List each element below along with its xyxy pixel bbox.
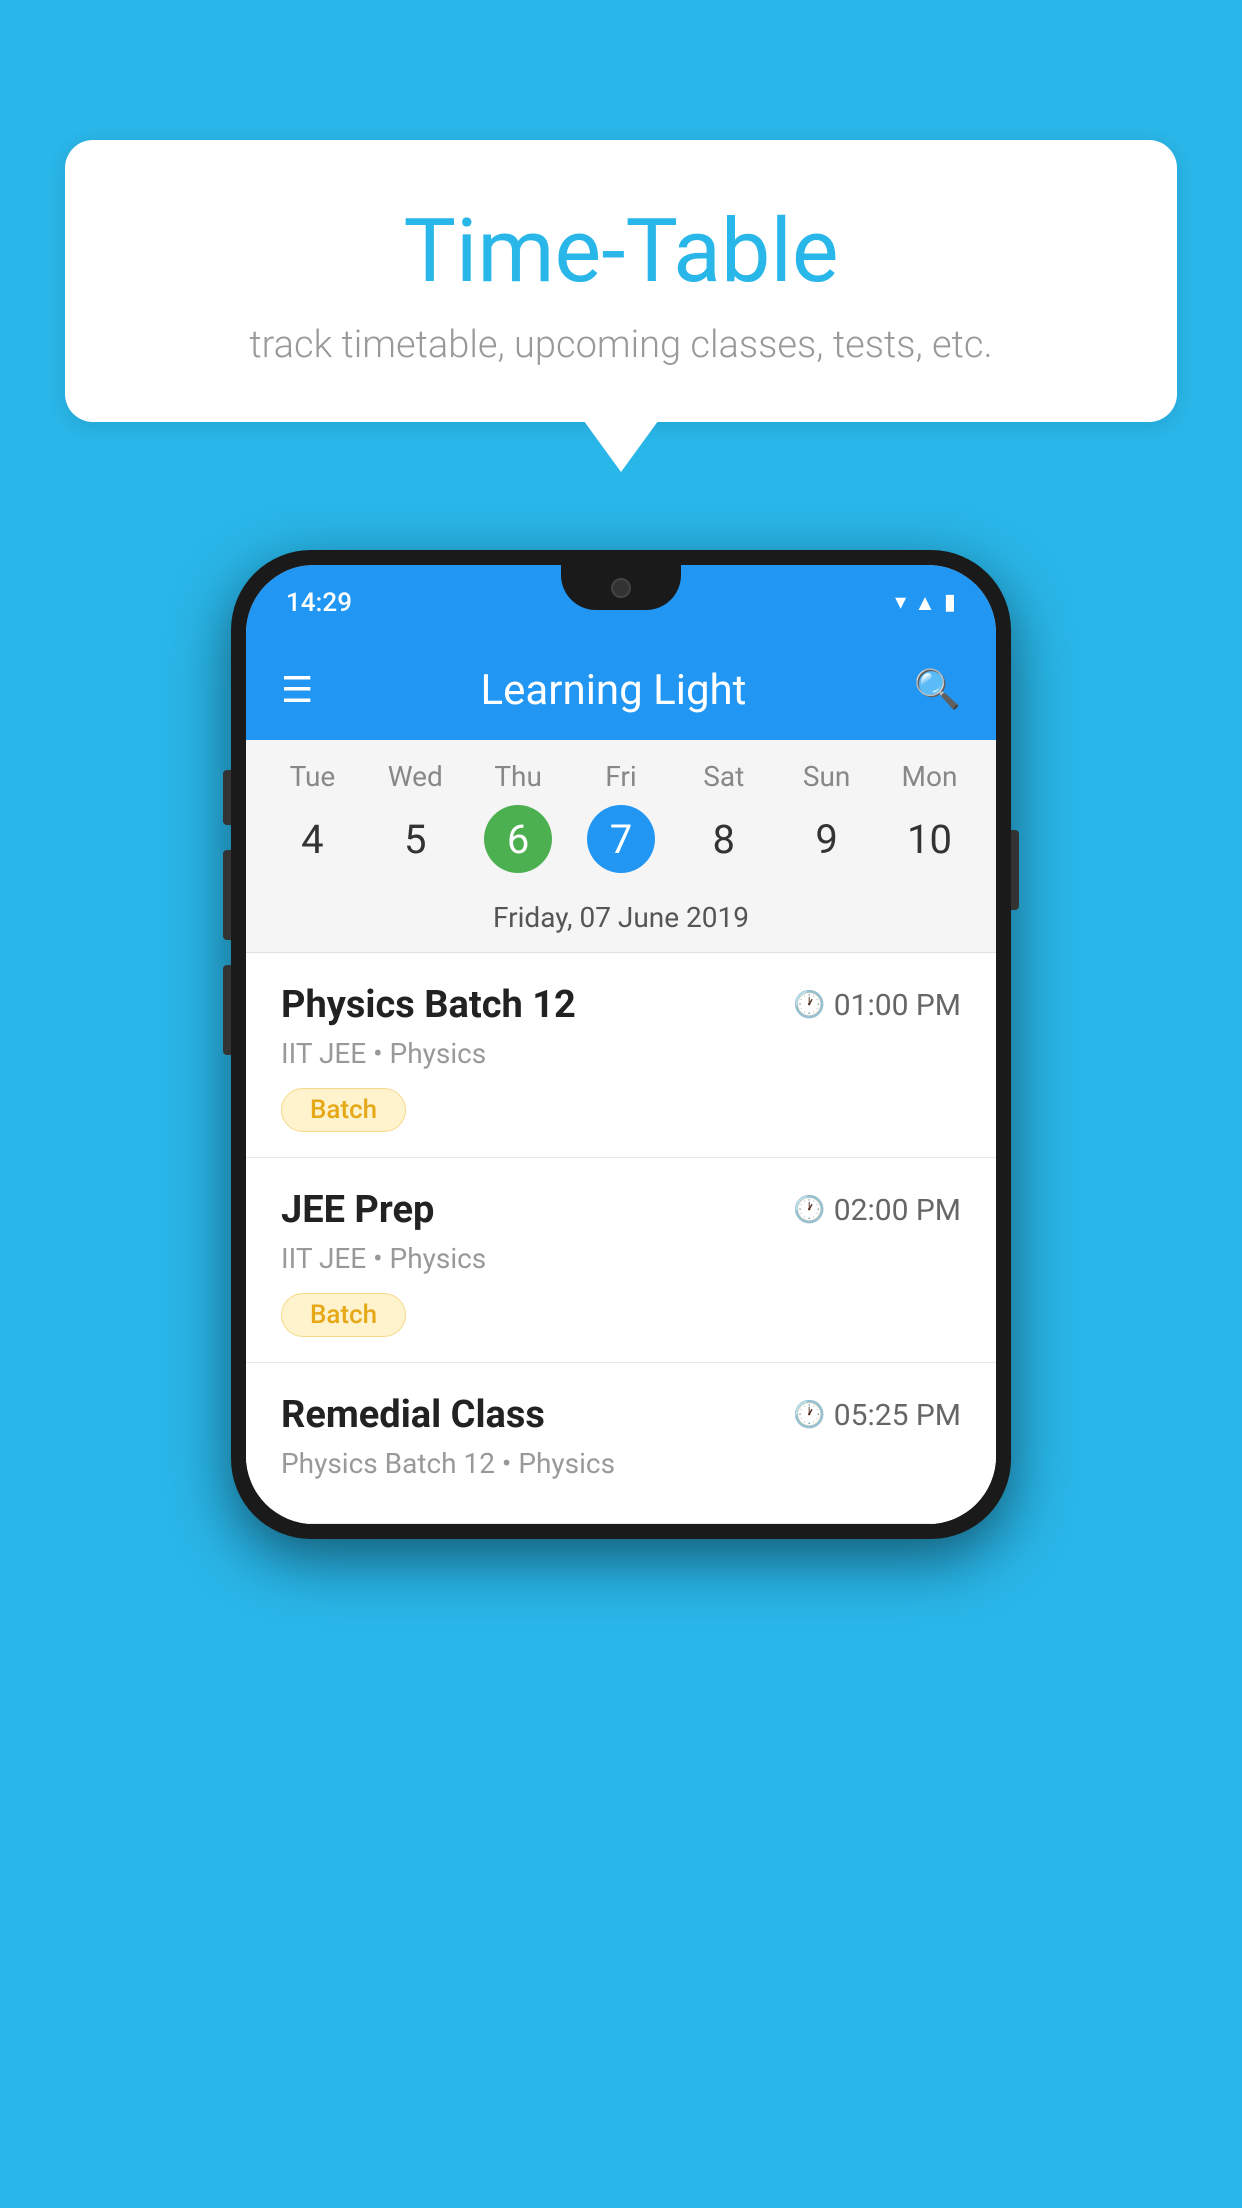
selected-date: Friday, 07 June 2019: [246, 883, 996, 953]
schedule-item-header: JEE Prep 🕐 02:00 PM: [281, 1188, 961, 1232]
day-col-sat[interactable]: Sat 8: [672, 760, 775, 873]
day-number[interactable]: 8: [690, 805, 758, 873]
schedule-item[interactable]: Remedial Class 🕐 05:25 PM Physics Batch 12…: [246, 1363, 996, 1524]
schedule-list: Physics Batch 12 🕐 01:00 PM IIT JEE • Phys…: [246, 953, 996, 1524]
calendar-strip: Tue 4 Wed 5 Thu 6 Fri 7 Sat 8 Sun 9 Mon 10 Friday, 07…: [246, 740, 996, 953]
day-col-sun[interactable]: Sun 9: [775, 760, 878, 873]
search-icon[interactable]: 🔍: [914, 668, 961, 712]
day-number[interactable]: 4: [278, 805, 346, 873]
app-bar: ☰ Learning Light 🔍: [246, 640, 996, 740]
day-number[interactable]: 5: [381, 805, 449, 873]
clock-icon: 🕐: [793, 1195, 825, 1225]
schedule-item-header: Physics Batch 12 🕐 01:00 PM: [281, 983, 961, 1027]
volume-down-button: [223, 965, 231, 1055]
days-row: Tue 4 Wed 5 Thu 6 Fri 7 Sat 8 Sun 9 Mon 10: [246, 760, 996, 873]
phone-screen: 14:29 ▾ ▲ ▮ ☰ Learning Light 🔍 Tue4We: [246, 565, 996, 1524]
hamburger-icon[interactable]: ☰: [281, 669, 313, 711]
phone-outer: 14:29 ▾ ▲ ▮ ☰ Learning Light 🔍 Tue4We: [231, 550, 1011, 1539]
batch-badge: Batch: [281, 1088, 406, 1132]
day-number[interactable]: 6: [484, 805, 552, 873]
schedule-time: 🕐 02:00 PM: [793, 1193, 961, 1228]
schedule-time: 🕐 05:25 PM: [793, 1398, 961, 1433]
status-time: 14:29: [286, 588, 352, 618]
bubble-subtitle: track timetable, upcoming classes, tests…: [115, 323, 1127, 367]
app-bar-title: Learning Light: [313, 666, 913, 715]
schedule-item[interactable]: Physics Batch 12 🕐 01:00 PM IIT JEE • Phys…: [246, 953, 996, 1158]
day-name: Wed: [388, 760, 443, 793]
day-name: Tue: [290, 760, 336, 793]
day-name: Sat: [703, 760, 744, 793]
day-col-mon[interactable]: Mon 10: [878, 760, 981, 873]
status-icons: ▾ ▲ ▮: [895, 590, 956, 616]
schedule-title: Physics Batch 12: [281, 983, 576, 1027]
schedule-title: Remedial Class: [281, 1393, 545, 1437]
day-number[interactable]: 7: [587, 805, 655, 873]
day-number[interactable]: 9: [793, 805, 861, 873]
clock-icon: 🕐: [793, 1400, 825, 1430]
day-name: Thu: [494, 760, 542, 793]
schedule-subtitle: IIT JEE • Physics: [281, 1242, 961, 1275]
day-name: Mon: [902, 760, 958, 793]
day-col-fri[interactable]: Fri 7: [570, 760, 673, 873]
day-name: Fri: [605, 760, 636, 793]
day-col-tue[interactable]: Tue 4: [261, 760, 364, 873]
speech-bubble: Time-Table track timetable, upcoming cla…: [65, 140, 1177, 422]
schedule-title: JEE Prep: [281, 1188, 434, 1232]
batch-badge: Batch: [281, 1293, 406, 1337]
phone-mockup: 14:29 ▾ ▲ ▮ ☰ Learning Light 🔍 Tue4We: [231, 550, 1011, 1539]
clock-icon: 🕐: [793, 990, 825, 1020]
notch: [561, 565, 681, 610]
day-col-thu[interactable]: Thu 6: [467, 760, 570, 873]
speech-bubble-container: Time-Table track timetable, upcoming cla…: [65, 140, 1177, 422]
schedule-subtitle: Physics Batch 12 • Physics: [281, 1447, 961, 1480]
mute-button: [223, 770, 231, 825]
day-number[interactable]: 10: [895, 805, 963, 873]
day-name: Sun: [803, 760, 851, 793]
schedule-time: 🕐 01:00 PM: [793, 988, 961, 1023]
volume-up-button: [223, 850, 231, 940]
schedule-subtitle: IIT JEE • Physics: [281, 1037, 961, 1070]
schedule-item-header: Remedial Class 🕐 05:25 PM: [281, 1393, 961, 1437]
status-bar: 14:29 ▾ ▲ ▮: [246, 565, 996, 640]
power-button: [1011, 830, 1019, 910]
wifi-icon: ▾: [895, 590, 906, 615]
schedule-item[interactable]: JEE Prep 🕐 02:00 PM IIT JEE • Physics Batch: [246, 1158, 996, 1363]
day-col-wed[interactable]: Wed 5: [364, 760, 467, 873]
signal-icon: ▲: [914, 590, 936, 616]
bubble-title: Time-Table: [115, 200, 1127, 303]
camera: [611, 578, 631, 598]
battery-icon: ▮: [944, 590, 956, 615]
